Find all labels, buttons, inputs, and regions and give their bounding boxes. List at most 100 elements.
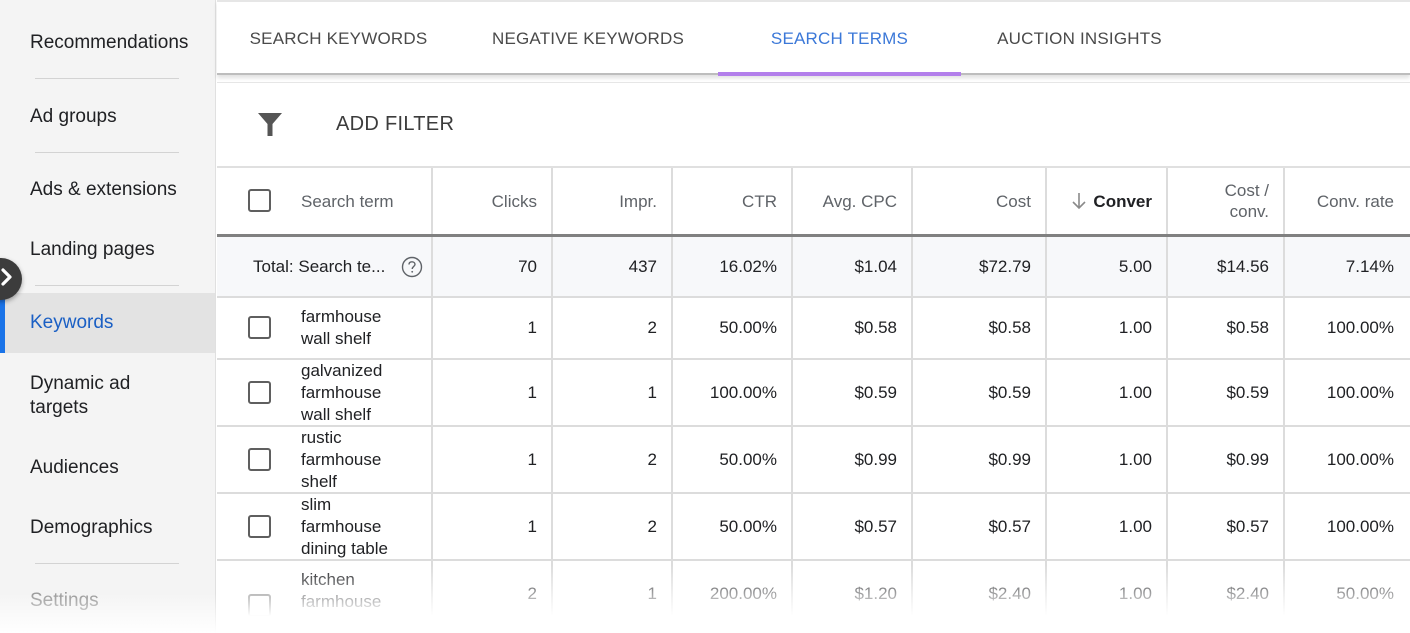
total-conversions: 5.00 — [1047, 237, 1168, 296]
column-header-conv-rate[interactable]: Conv. rate — [1285, 168, 1410, 234]
sidebar-item-settings[interactable]: Settings — [0, 586, 215, 616]
column-header-label: Cost — [996, 191, 1031, 211]
sidebar-item-ad-groups[interactable]: Ad groups — [0, 102, 215, 132]
tab-search-keywords[interactable]: SEARCH KEYWORDS — [217, 2, 460, 75]
tab-auction-insights[interactable]: AUCTION INSIGHTS — [982, 2, 1177, 75]
sidebar-item-dynamic-ad-targets[interactable]: Dynamic ad targets — [0, 370, 190, 422]
sidebar-item-label: Landing pages — [30, 239, 155, 260]
column-header-clicks[interactable]: Clicks — [433, 168, 553, 234]
column-header-label: Avg. CPC — [822, 191, 897, 211]
sidebar-item-label: Dynamic ad targets — [30, 373, 131, 418]
total-label: Total: Search te... — [253, 256, 386, 276]
filter-icon[interactable] — [257, 111, 283, 142]
tab-search-terms[interactable]: SEARCH TERMS — [718, 2, 961, 76]
column-header-conversions[interactable]: Conver — [1047, 168, 1168, 234]
sidebar-divider — [35, 285, 179, 286]
cost-per-conv-cell: $0.57 — [1168, 494, 1285, 559]
search-term-cell: farmhouse wall shelf — [217, 298, 433, 358]
column-header-label: Conv. rate — [1316, 191, 1394, 211]
sidebar-item-landing-pages[interactable]: Landing pages — [0, 235, 215, 265]
column-header-impr[interactable]: Impr. — [553, 168, 673, 234]
conv-rate-cell: 100.00% — [1326, 318, 1394, 337]
column-header-label: conv. — [1229, 202, 1269, 221]
search-terms-table: Search term Clicks Impr. CTR Avg. CPC Co… — [217, 168, 1410, 633]
search-term-cell: kitchen farmhouse cabinet — [217, 561, 433, 633]
conversions-cell: 1.00 — [1047, 561, 1168, 626]
impr-cell: 1 — [553, 360, 673, 425]
cost-per-conv-cell: $0.58 — [1168, 298, 1285, 358]
conversions-cell: 1.00 — [1047, 298, 1168, 358]
total-label-cell: Total: Search te... — [217, 237, 433, 296]
conversions-cell: 1.00 — [1047, 494, 1168, 559]
sidebar-item-label: Ads & extensions — [30, 179, 177, 200]
chevron-right-icon — [0, 267, 14, 291]
cost-cell: $0.59 — [913, 360, 1047, 425]
column-header-ctr[interactable]: CTR — [673, 168, 793, 234]
row-checkbox[interactable] — [248, 380, 271, 404]
total-row: Total: Search te... 70 437 16.02% $1.04 … — [217, 237, 1410, 298]
search-term-cell: slim farmhouse dining table — [217, 494, 433, 559]
column-header-label: Cost / — [1224, 181, 1269, 200]
impr-cell: 2 — [553, 427, 673, 492]
table-row: slim farmhouse dining table 1 2 50.00% $… — [217, 494, 1410, 561]
sidebar-item-label: Settings — [30, 590, 99, 611]
cost-cell: $0.99 — [913, 427, 1047, 492]
search-term-text: galvanized farmhouse wall shelf — [301, 360, 383, 424]
sidebar-item-recommendations[interactable]: Recommendations — [0, 28, 215, 58]
clicks-cell: 1 — [433, 494, 553, 559]
ctr-cell: 50.00% — [673, 427, 793, 492]
add-filter-button[interactable]: ADD FILTER — [336, 113, 454, 136]
sidebar-item-ads-extensions[interactable]: Ads & extensions — [0, 175, 215, 205]
clicks-cell: 1 — [433, 360, 553, 425]
sidebar-item-keywords[interactable]: Keywords — [0, 293, 215, 353]
total-cost-per-conv: $14.56 — [1168, 237, 1285, 296]
avg-cpc-cell: $1.20 — [793, 561, 913, 626]
cost-cell: $0.58 — [913, 298, 1047, 358]
row-checkbox[interactable] — [248, 316, 271, 339]
tab-negative-keywords[interactable]: NEGATIVE KEYWORDS — [482, 2, 694, 75]
total-cost: $72.79 — [913, 237, 1047, 296]
avg-cpc-cell: $0.58 — [793, 298, 913, 358]
arrow-down-icon — [1071, 192, 1087, 210]
impr-cell: 1 — [553, 561, 673, 626]
sidebar-item-demographics[interactable]: Demographics — [0, 513, 215, 543]
sidebar-item-label: Keywords — [30, 312, 114, 333]
search-term-cell: rustic farmhouse shelf — [217, 427, 433, 492]
sidebar-item-label: Ad groups — [30, 106, 117, 127]
ctr-cell: 50.00% — [673, 494, 793, 559]
column-header-cost[interactable]: Cost — [913, 168, 1047, 234]
help-icon[interactable] — [401, 256, 423, 283]
avg-cpc-cell: $0.99 — [793, 427, 913, 492]
sidebar-item-audiences[interactable]: Audiences — [0, 453, 215, 483]
conversions-cell: 1.00 — [1047, 427, 1168, 492]
column-header-label: Clicks — [491, 191, 537, 211]
conv-rate-cell: 100.00% — [1326, 449, 1394, 469]
column-header-label: Impr. — [619, 191, 657, 211]
impr-cell: 2 — [553, 494, 673, 559]
conv-rate-cell: 50.00% — [1336, 583, 1394, 603]
row-checkbox[interactable] — [248, 594, 271, 617]
clicks-cell: 1 — [433, 298, 553, 358]
search-term-text: farmhouse wall shelf — [301, 307, 382, 348]
sidebar: Recommendations Ad groups Ads & extensio… — [0, 0, 216, 633]
column-header-label: CTR — [742, 191, 777, 211]
column-header-search-term[interactable]: Search term — [217, 168, 433, 234]
total-clicks: 70 — [433, 237, 553, 296]
table-row: farmhouse wall shelf 1 2 50.00% $0.58 $0… — [217, 298, 1410, 360]
row-checkbox[interactable] — [248, 447, 271, 471]
column-header-avg-cpc[interactable]: Avg. CPC — [793, 168, 913, 234]
row-checkbox[interactable] — [248, 514, 271, 538]
column-header-label: Search term — [301, 191, 394, 211]
tab-label: NEGATIVE KEYWORDS — [491, 28, 684, 48]
search-term-text: rustic farmhouse shelf — [301, 427, 382, 491]
table-row: kitchen farmhouse cabinet 2 1 200.00% $1… — [217, 561, 1410, 633]
cost-cell: $0.57 — [913, 494, 1047, 559]
cost-per-conv-cell: $2.40 — [1168, 561, 1285, 626]
column-header-cost-per-conv[interactable]: Cost / conv. — [1168, 168, 1285, 234]
tab-label: AUCTION INSIGHTS — [997, 28, 1162, 48]
tab-label: SEARCH TERMS — [770, 28, 909, 48]
sidebar-item-label: Recommendations — [30, 32, 189, 53]
conv-rate-cell: 100.00% — [1326, 516, 1394, 536]
select-all-checkbox[interactable] — [248, 189, 271, 212]
clicks-cell: 2 — [433, 561, 553, 626]
